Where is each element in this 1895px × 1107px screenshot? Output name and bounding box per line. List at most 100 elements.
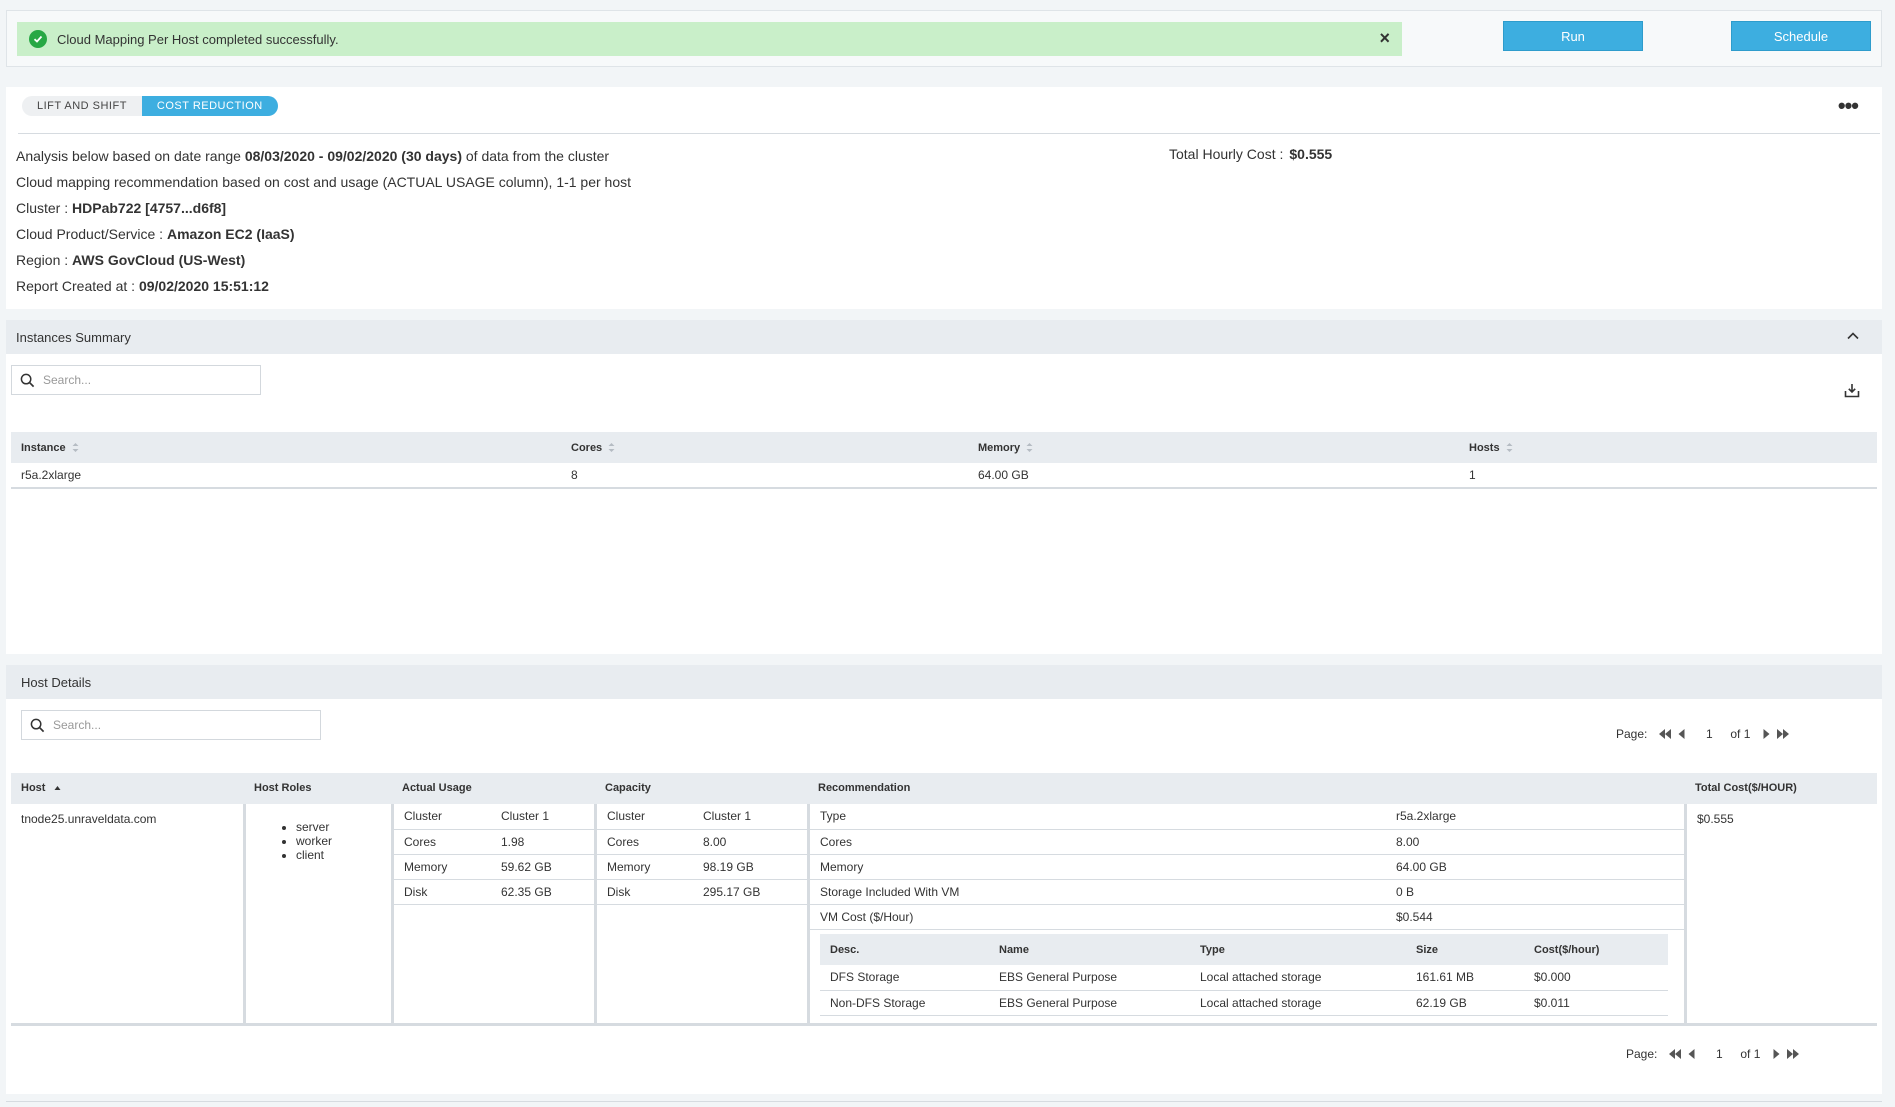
total-cost-value: $0.555 [1697,812,1734,826]
table-row: r5a.2xlarge 8 64.00 GB 1 [11,463,1877,489]
close-icon[interactable]: × [1379,28,1390,49]
capacity-table: Cluster Cluster 1 Cores 8.00 Memory 98.19 G… [597,804,807,905]
actual-usage-box: Cluster Cluster 1 Cores 1.98 Memory 59.62 G… [394,804,597,1026]
cluster-value: HDPab722 [4757...d6f8] [72,200,227,216]
storage-table: Desc. Name Type Size Cost($/hour) DFS St… [820,934,1668,1016]
chevron-up-icon[interactable] [1846,329,1860,346]
table-row: Memory 59.62 GB [394,854,594,880]
col-total-cost: Total Cost($/HOUR) [1695,782,1797,794]
host-search-input[interactable] [53,718,253,732]
total-hourly-cost: Total Hourly Cost : $0.555 [1169,146,1333,162]
table-row: Cores 8.00 [810,829,1684,855]
cores-cell: 8 [561,463,968,489]
report-info: Analysis below based on date range 08/03… [16,146,631,302]
memory-cell: 64.00 GB [968,463,1459,489]
report-tabs: LIFT AND SHIFT COST REDUCTION [22,96,278,116]
instances-search-input[interactable] [43,373,243,387]
first-page-icon[interactable] [1668,1049,1682,1059]
col-desc: Desc. [820,934,989,965]
table-row: DFS Storage EBS General Purpose Local at… [820,965,1668,991]
product-line: Cloud Product/Service : Amazon EC2 (IaaS… [16,226,295,242]
host-details-body: Page: 1 of 1 Host Host Roles Actual Usag… [6,699,1882,1094]
created-value: 09/02/2020 15:51:12 [138,278,269,294]
summary-panel: LIFT AND SHIFT COST REDUCTION ••• Analys… [6,87,1882,309]
search-icon [20,373,35,387]
schedule-button[interactable]: Schedule [1731,21,1871,51]
page-total: of 1 [1740,1047,1761,1061]
recommendation-basis: Cloud mapping recommendation based on co… [16,174,632,190]
more-options-icon[interactable]: ••• [1838,95,1859,117]
banner-message: Cloud Mapping Per Host completed success… [57,31,339,47]
check-circle-icon [29,30,47,48]
top-bar: Cloud Mapping Per Host completed success… [6,10,1882,67]
date-range: 08/03/2020 - 09/02/2020 (30 days) [244,148,462,164]
tab-lift-and-shift[interactable]: LIFT AND SHIFT [22,96,142,116]
table-row: tnode25.unraveldata.com server worker cl… [11,804,1877,1026]
col-instance[interactable]: Instance [11,432,561,463]
col-cost: Cost($/hour) [1524,934,1668,965]
cluster-line: Cluster : HDPab722 [4757...d6f8] [16,200,227,216]
table-row: Disk 295.17 GB [597,879,807,905]
table-row: Cores 1.98 [394,829,594,855]
last-page-icon[interactable] [1776,729,1790,739]
list-item: worker [296,834,391,848]
total-hourly-value: $0.555 [1289,146,1333,162]
hosts-cell: 1 [1459,463,1877,489]
capacity-box: Cluster Cluster 1 Cores 8.00 Memory 98.19 G… [597,804,810,1026]
col-hosts[interactable]: Hosts [1459,432,1877,463]
col-host[interactable]: Host [21,773,61,804]
host-details-title: Host Details [21,674,92,690]
col-cores[interactable]: Cores [561,432,968,463]
list-item: client [296,848,391,862]
table-row: Cluster Cluster 1 [597,804,807,830]
recommendation-table: Type r5a.2xlarge Cores 8.00 Memory 64.00 GB… [810,804,1684,930]
first-page-icon[interactable] [1658,729,1672,739]
table-row: VM Cost ($/Hour) $0.544 [810,904,1684,930]
sort-ascending-icon [54,786,61,790]
recommendation-box: Type r5a.2xlarge Cores 8.00 Memory 64.00 GB… [810,804,1687,1026]
region-value: AWS GovCloud (US-West) [72,252,246,268]
pagination-top: Page: 1 of 1 [1616,727,1793,741]
page-number[interactable]: 1 [1712,1047,1726,1061]
region-line: Region : AWS GovCloud (US-West) [16,252,246,268]
table-row: Disk 62.35 GB [394,879,594,905]
table-row: Storage Included With VM 0 B [810,879,1684,905]
col-size: Size [1406,934,1524,965]
instances-summary-title: Instances Summary [16,329,131,345]
table-row: Memory 98.19 GB [597,854,807,880]
sort-icon [1026,443,1033,453]
col-recommendation: Recommendation [818,782,911,794]
instances-search[interactable] [11,365,261,395]
prev-page-icon[interactable] [1678,729,1685,739]
page-number[interactable]: 1 [1702,727,1716,741]
col-memory[interactable]: Memory [968,432,1459,463]
col-capacity: Capacity [605,782,651,794]
last-page-icon[interactable] [1786,1049,1800,1059]
host-name: tnode25.unraveldata.com [21,812,157,826]
next-page-icon[interactable] [1763,729,1770,739]
col-actual-usage: Actual Usage [402,782,472,794]
sort-icon [1506,443,1513,453]
host-roles-list: server worker client [246,804,391,862]
divider [6,1101,1882,1102]
run-button[interactable]: Run [1503,21,1643,51]
table-row: Cores 8.00 [597,829,807,855]
sort-icon [608,443,615,453]
host-table-header: Host Host Roles Actual Usage Capacity Re… [11,773,1877,804]
created-line: Report Created at : 09/02/2020 15:51:12 [16,278,269,294]
success-banner: Cloud Mapping Per Host completed success… [17,22,1402,56]
tab-cost-reduction[interactable]: COST REDUCTION [141,96,278,116]
search-icon [30,718,45,732]
download-icon[interactable] [1844,382,1860,401]
host-roles-box: server worker client [246,804,394,1026]
prev-page-icon[interactable] [1688,1049,1695,1059]
product-value: Amazon EC2 (IaaS) [166,226,295,242]
host-search[interactable] [21,710,321,740]
next-page-icon[interactable] [1773,1049,1780,1059]
pagination-bottom: Page: 1 of 1 [1626,1047,1803,1061]
instances-summary-header[interactable]: Instances Summary [6,320,1882,354]
col-name: Name [989,934,1190,965]
instance-cell: r5a.2xlarge [11,463,561,489]
table-row: Memory 64.00 GB [810,854,1684,880]
table-row: Non-DFS Storage EBS General Purpose Loca… [820,990,1668,1016]
